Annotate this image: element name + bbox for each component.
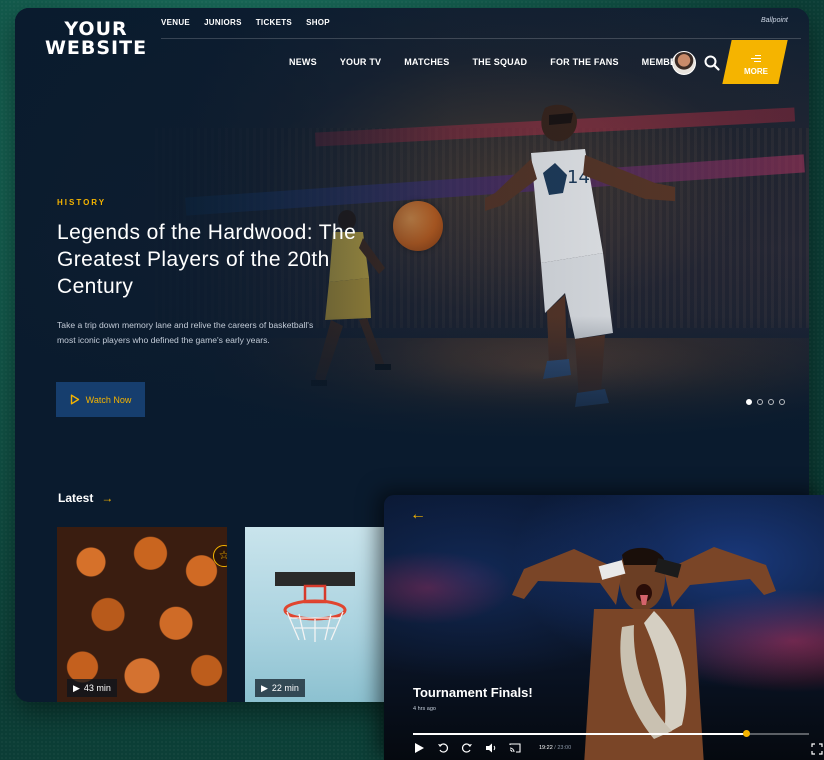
rewind-10-icon[interactable] xyxy=(437,742,449,754)
user-avatar[interactable] xyxy=(672,51,696,75)
carousel-dot-1[interactable] xyxy=(746,399,752,405)
video-title: Tournament Finals! xyxy=(413,685,533,700)
video-timestamp: 4 hrs ago xyxy=(413,706,436,712)
more-label: MORE xyxy=(744,66,768,76)
top-nav-shop[interactable]: SHOP xyxy=(306,18,330,27)
nav-your-tv[interactable]: YOUR TV xyxy=(340,57,381,67)
latest-label: Latest xyxy=(58,491,94,505)
latest-heading[interactable]: Latest → xyxy=(58,491,113,505)
video-controls: 19:22 / 23:00 xyxy=(413,742,571,754)
site-logo[interactable]: YOUR WEBSITE xyxy=(41,20,151,58)
video-progress-bar[interactable] xyxy=(413,730,809,737)
nav-matches[interactable]: MATCHES xyxy=(404,57,449,67)
top-nav-venue[interactable]: VENUE xyxy=(161,18,190,27)
back-arrow-icon[interactable]: ← xyxy=(410,506,426,524)
arrow-right-icon: → xyxy=(101,491,114,505)
video-player-window[interactable]: ← Tournament Finals! 4 hrs ago 19:22 / 2… xyxy=(384,495,824,760)
nav-the-squad[interactable]: THE SQUAD xyxy=(472,57,527,67)
nav-divider xyxy=(161,38,801,39)
top-nav-juniors[interactable]: JUNIORS xyxy=(204,18,242,27)
cast-icon[interactable] xyxy=(509,742,521,754)
search-icon[interactable] xyxy=(702,53,722,73)
watch-now-label: Watch Now xyxy=(85,394,132,405)
latest-card-2[interactable]: ▶ 22 min xyxy=(245,527,385,702)
card-duration-text: 43 min xyxy=(83,683,111,693)
hero-description: Take a trip down memory lane and relive … xyxy=(57,320,314,345)
carousel-dot-4[interactable] xyxy=(779,399,785,405)
carousel-dots xyxy=(746,399,785,405)
forward-10-icon[interactable] xyxy=(461,742,473,754)
celebrating-athlete-figure xyxy=(512,547,776,760)
watch-now-button[interactable]: Watch Now xyxy=(56,382,145,417)
total-duration: 23:00 xyxy=(557,745,572,751)
latest-card-1[interactable]: ☆ ▶ 43 min xyxy=(57,527,227,702)
nav-for-the-fans[interactable]: FOR THE FANS xyxy=(550,57,618,67)
menu-icon xyxy=(751,54,761,63)
play-icon: ▶ xyxy=(73,683,80,693)
main-nav: NEWS YOUR TV MATCHES THE SQUAD FOR THE F… xyxy=(289,57,689,67)
hero-category: HISTORY xyxy=(57,198,107,207)
nav-news[interactable]: NEWS xyxy=(289,57,317,67)
play-outline-icon xyxy=(70,394,79,405)
hero-title: Legends of the Hardwood: The Greatest Pl… xyxy=(57,221,357,298)
volume-icon[interactable] xyxy=(485,742,497,754)
current-time: 19:22 xyxy=(539,745,553,751)
more-button-content[interactable]: MORE xyxy=(734,46,778,84)
carousel-dot-3[interactable] xyxy=(768,399,774,405)
basketball-hoop-image xyxy=(275,572,355,642)
video-clock: 19:22 / 23:00 xyxy=(539,745,572,751)
favorite-star-icon[interactable]: ☆ xyxy=(213,545,227,567)
top-nav: VENUE JUNIORS TICKETS SHOP xyxy=(161,18,330,27)
top-nav-tickets[interactable]: TICKETS xyxy=(256,18,292,27)
play-icon: ▶ xyxy=(261,683,268,693)
carousel-dot-2[interactable] xyxy=(757,399,763,405)
video-progress-knob[interactable] xyxy=(742,730,750,737)
card-duration: ▶ 22 min xyxy=(255,679,305,697)
card-duration-text: 22 min xyxy=(271,683,299,693)
play-icon[interactable] xyxy=(413,742,425,754)
sponsor-logo[interactable]: Ballpoint xyxy=(761,17,788,24)
fullscreen-icon[interactable] xyxy=(811,743,823,755)
card-duration: ▶ 43 min xyxy=(67,679,117,697)
logo-line-2: WEBSITE xyxy=(44,37,148,59)
video-progress-fill xyxy=(413,733,746,735)
